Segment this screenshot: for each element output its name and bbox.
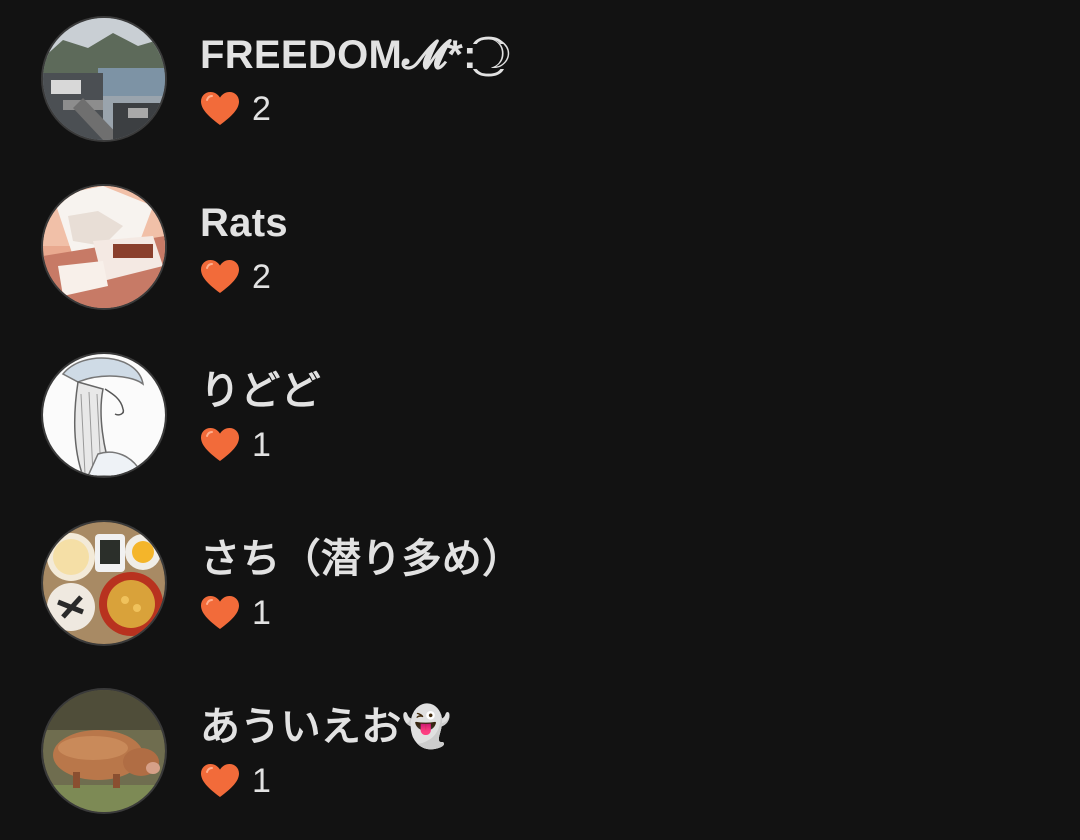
like-count-value: 1 — [252, 426, 271, 464]
heart-icon — [201, 764, 239, 797]
like-count-value: 1 — [252, 762, 271, 800]
like-count: 1 — [200, 425, 271, 465]
avatar[interactable] — [43, 354, 165, 476]
heart-icon — [201, 428, 239, 461]
like-count: 2 — [200, 257, 271, 297]
heart-icon — [201, 260, 239, 293]
sketch-girl-avatar — [43, 354, 165, 476]
liker-name[interactable]: FREEDOM𝓜*:͜͡☽ — [200, 33, 513, 77]
liker-row[interactable]: りどど 1 — [0, 336, 1080, 504]
liker-row[interactable]: あういえお👻 1 — [0, 672, 1080, 840]
avatar[interactable] — [43, 186, 165, 308]
liker-row[interactable]: Rats 2 — [0, 168, 1080, 336]
meal-tray-photo-avatar — [43, 522, 165, 644]
avatar[interactable] — [43, 690, 165, 812]
like-count: 1 — [200, 593, 271, 633]
pig-photo-avatar — [43, 690, 165, 812]
avatar[interactable] — [43, 522, 165, 644]
like-count-value: 2 — [252, 258, 271, 296]
liker-name[interactable]: りどど — [200, 369, 321, 413]
heart-icon — [201, 92, 239, 125]
liker-name[interactable]: Rats — [200, 201, 288, 245]
liker-row[interactable]: さち（潜り多め） 1 — [0, 504, 1080, 672]
liker-name[interactable]: あういえお👻 — [200, 705, 452, 749]
like-count-value: 1 — [252, 594, 271, 632]
harbor-town-photo-avatar — [43, 18, 165, 140]
liker-list: FREEDOM𝓜*:͜͡☽ 2 Rats 2 りどど 1 さち（潜り多め） 1 … — [0, 0, 1080, 812]
avatar[interactable] — [43, 18, 165, 140]
liker-row[interactable]: FREEDOM𝓜*:͜͡☽ 2 — [0, 0, 1080, 168]
heart-icon — [201, 596, 239, 629]
like-count-value: 2 — [252, 90, 271, 128]
anime-character-avatar — [43, 186, 165, 308]
liker-name[interactable]: さち（潜り多め） — [200, 537, 522, 581]
like-count: 2 — [200, 89, 271, 129]
like-count: 1 — [200, 761, 271, 801]
